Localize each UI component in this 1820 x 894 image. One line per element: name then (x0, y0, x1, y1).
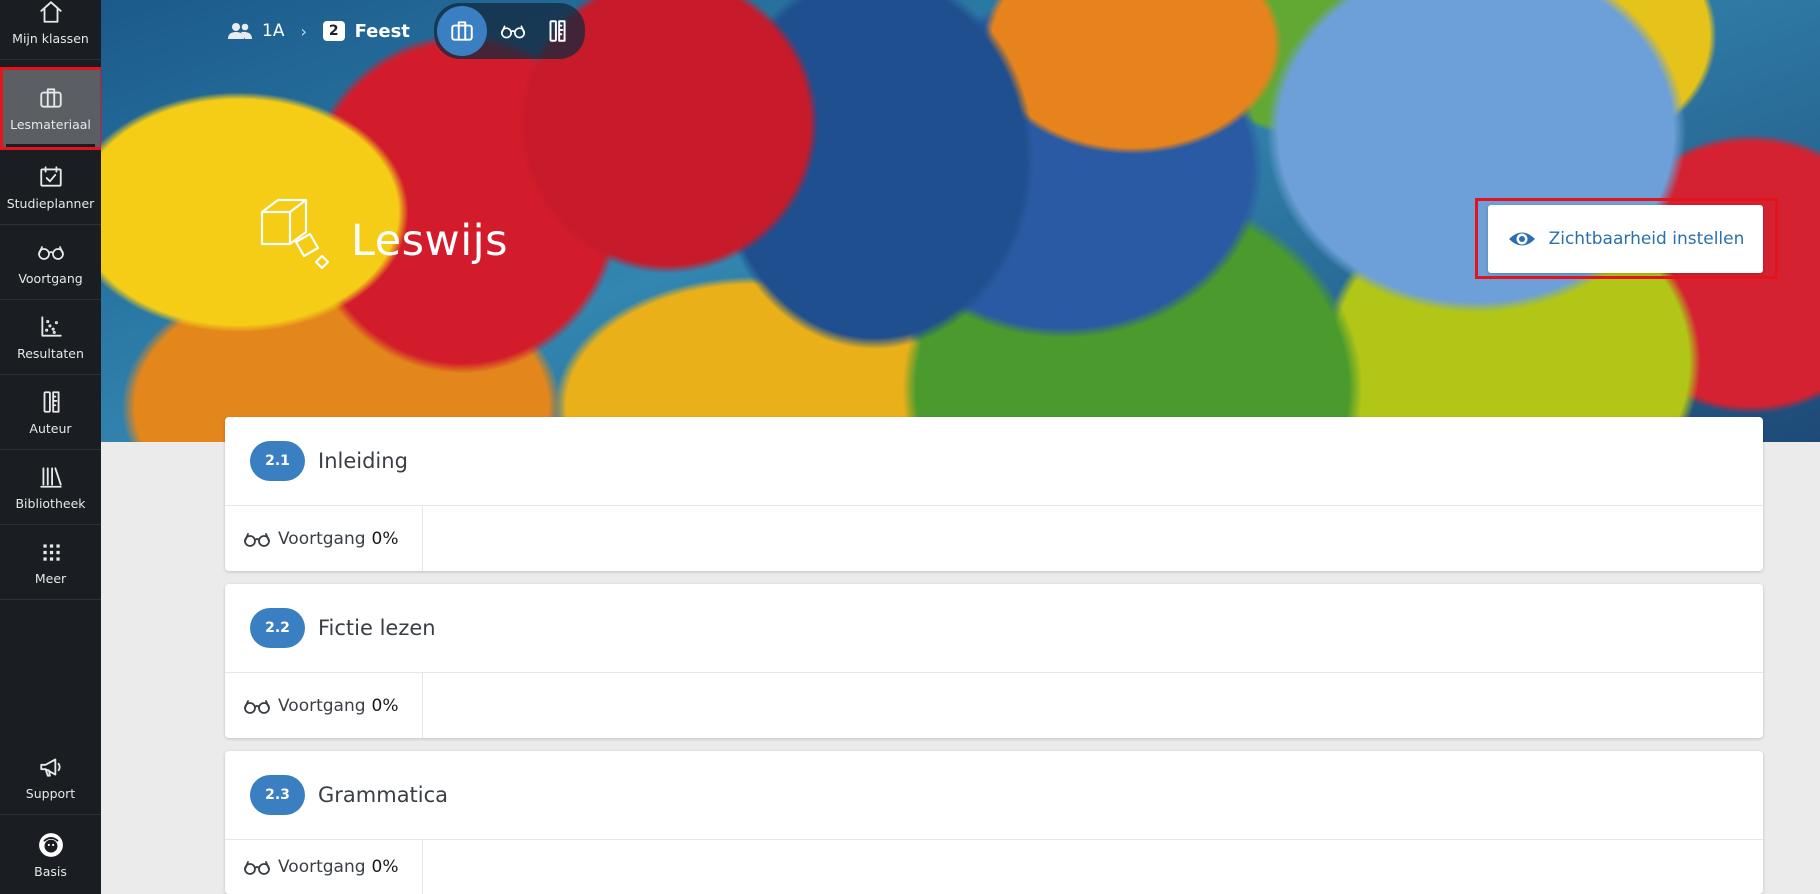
sidebar-item-label: Resultaten (17, 345, 84, 361)
sidebar-item-label: Support (25, 785, 76, 801)
chapter-title: Fictie lezen (318, 616, 436, 640)
breadcrumb-class[interactable]: 1A (226, 20, 284, 42)
visibility-button-label: Zichtbaarheid instellen (1548, 229, 1745, 249)
progress-value: 0% (371, 695, 399, 716)
sidebar-item-label: Studieplanner (6, 195, 95, 211)
page-title: Leswijs (351, 216, 509, 266)
chapter-card[interactable]: 2.3 Grammatica Voortgang 0% (225, 751, 1763, 894)
glasses-icon (244, 532, 270, 547)
glasses-icon (500, 25, 525, 39)
chapter-title: Grammatica (318, 783, 449, 807)
progress-indicator[interactable]: Voortgang 0% (225, 506, 423, 571)
scatter-chart-icon (40, 315, 62, 337)
progress-value: 0% (371, 528, 399, 549)
chapter-card[interactable]: 2.2 Fictie lezen Voortgang 0% (225, 584, 1763, 738)
progress-label: Voortgang (278, 695, 366, 716)
library-icon (39, 466, 62, 488)
chapter-footer: Voortgang 0% (225, 506, 1763, 571)
breadcrumb: 1A › 2 Feest (226, 3, 585, 59)
breadcrumb-class-label: 1A (262, 21, 285, 41)
sidebar-item-label: Bibliotheek (15, 495, 86, 511)
sidebar-item-label: Mijn klassen (12, 30, 89, 46)
visibility-settings-button[interactable]: Zichtbaarheid instellen (1488, 205, 1763, 273)
glasses-icon (244, 699, 270, 714)
sidebar-item-auteur[interactable]: Auteur (0, 375, 101, 450)
sidebar-item-studieplanner[interactable]: Studieplanner (0, 150, 101, 225)
chapter-number-badge: 2.2 (250, 608, 305, 648)
chapter-footer: Voortgang 0% (225, 840, 1763, 894)
view-switcher (433, 3, 585, 59)
auteur-view-button[interactable] (539, 6, 575, 56)
sidebar-item-voortgang[interactable]: Voortgang (0, 225, 101, 300)
breadcrumb-chapter-number: 2 (322, 21, 345, 41)
sidebar-item-label: Lesmateriaal (10, 117, 91, 132)
chapter-title: Inleiding (318, 449, 408, 473)
progress-label: Voortgang (278, 528, 366, 549)
chapter-header[interactable]: 2.2 Fictie lezen (225, 584, 1763, 673)
sidebar: Mijn klassen Lesmateriaal Studieplanner … (0, 0, 103, 894)
voortgang-view-button[interactable] (495, 6, 531, 56)
glasses-icon (244, 861, 270, 875)
grid-icon (42, 543, 60, 561)
chevron-right-icon: › (300, 21, 307, 41)
sidebar-item-basis[interactable]: Basis (0, 818, 101, 893)
avatar-icon (38, 833, 63, 857)
sidebar-item-label: Auteur (29, 420, 72, 436)
glasses-icon (37, 245, 64, 260)
chapter-number-badge: 2.1 (250, 441, 305, 481)
briefcase-icon (451, 21, 473, 41)
lesmateriaal-view-button[interactable] (436, 6, 487, 56)
sidebar-item-label: Basis (34, 864, 67, 879)
progress-indicator[interactable]: Voortgang 0% (225, 673, 423, 738)
briefcase-icon (39, 88, 62, 108)
sidebar-item-bibliotheek[interactable]: Bibliotheek (0, 450, 101, 525)
sidebar-item-lesmateriaal[interactable]: Lesmateriaal (0, 68, 101, 150)
chapter-number-badge: 2.3 (250, 775, 305, 815)
chapter-card[interactable]: 2.1 Inleiding Voortgang 0% (225, 417, 1763, 571)
chapter-header[interactable]: 2.3 Grammatica (225, 751, 1763, 840)
chapter-header[interactable]: 2.1 Inleiding (225, 417, 1763, 506)
chapter-footer: Voortgang 0% (225, 673, 1763, 738)
pencil-ruler-icon (549, 20, 566, 42)
progress-value: 0% (371, 857, 399, 877)
progress-indicator[interactable]: Voortgang 0% (225, 840, 423, 894)
megaphone-icon (39, 757, 61, 777)
eye-icon (1508, 232, 1535, 246)
sidebar-item-meer[interactable]: Meer (0, 525, 101, 600)
leswijs-logo (256, 190, 330, 286)
home-icon (39, 0, 62, 23)
pencil-ruler-icon (43, 390, 60, 413)
sidebar-item-mijn-klassen[interactable]: Mijn klassen (0, 0, 101, 60)
sidebar-item-support[interactable]: Support (0, 740, 101, 815)
sidebar-item-label: Voortgang (18, 270, 83, 286)
progress-label: Voortgang (278, 857, 366, 877)
calendar-check-icon (39, 165, 62, 187)
sidebar-item-resultaten[interactable]: Resultaten (0, 300, 101, 375)
sidebar-item-label: Meer (34, 570, 67, 586)
breadcrumb-chapter-label[interactable]: Feest (355, 21, 410, 42)
users-icon (228, 23, 252, 39)
